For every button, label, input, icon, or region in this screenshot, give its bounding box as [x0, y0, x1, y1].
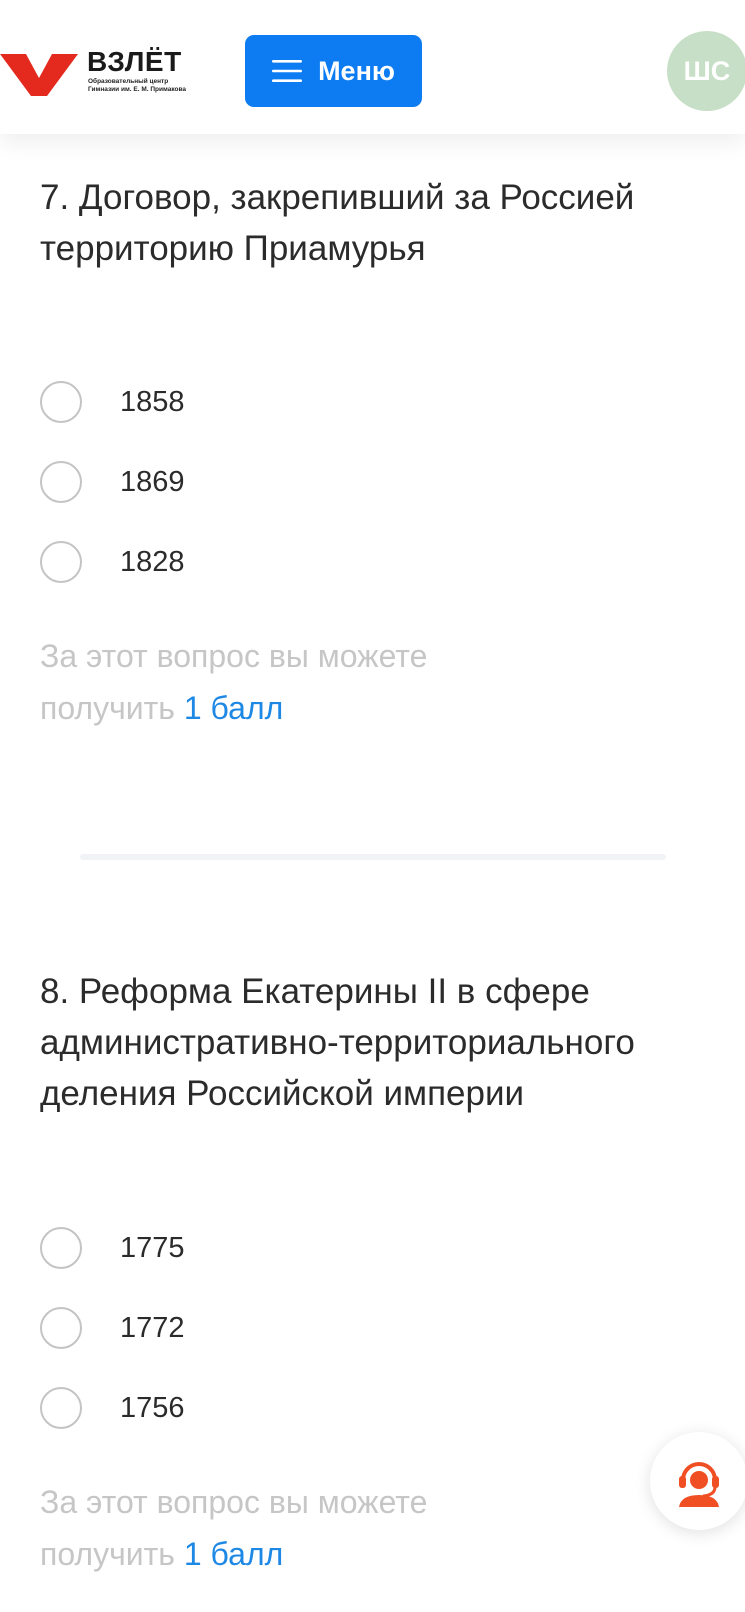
radio-button[interactable]	[40, 461, 82, 503]
support-chat-button[interactable]	[650, 1432, 745, 1530]
points-value: 1 балл	[183, 1536, 284, 1572]
radio-button[interactable]	[40, 1307, 82, 1349]
question-points-note: За этот вопрос вы можете получить 1 балл	[40, 630, 540, 734]
logo-subtitle-line1: Образовательный центр	[88, 78, 169, 85]
hamburger-icon	[272, 60, 303, 82]
answer-option[interactable]: 1828	[40, 540, 340, 584]
radio-button[interactable]	[40, 381, 82, 423]
answer-option[interactable]: 1869	[40, 460, 340, 504]
points-value: 1 балл	[183, 690, 284, 726]
app-header: ВЗЛЁТ Образовательный центр Гимназии им.…	[0, 0, 745, 134]
answer-option-label: 1869	[120, 465, 185, 498]
menu-button[interactable]: Меню	[245, 35, 422, 107]
answer-option-label: 1775	[120, 1231, 185, 1264]
answer-option[interactable]: 1772	[40, 1306, 340, 1350]
answer-option[interactable]: 1756	[40, 1386, 340, 1430]
vzlet-logo[interactable]: ВЗЛЁТ Образовательный центр Гимназии им.…	[0, 42, 200, 98]
menu-button-label: Меню	[318, 55, 395, 86]
logo-subtitle-line2: Гимназии им. Е. М. Примакова	[88, 86, 187, 93]
radio-button[interactable]	[40, 1227, 82, 1269]
logo-title: ВЗЛЁТ	[87, 46, 182, 77]
vzlet-logo-mark-icon	[0, 54, 78, 96]
answer-option-label: 1756	[120, 1391, 185, 1424]
question-divider	[80, 854, 666, 860]
question-8: 8. Реформа Екатерины II в сфере админист…	[40, 966, 720, 1572]
question-title: 7. Договор, закрепивший за Россией терри…	[40, 178, 635, 268]
radio-button[interactable]	[40, 1387, 82, 1429]
answer-option-label: 1858	[120, 385, 185, 418]
question-points-note: За этот вопрос вы можете получить 1 балл	[40, 1476, 540, 1580]
question-7: 7. Договор, закрепивший за Россией терри…	[40, 172, 720, 726]
answer-option[interactable]: 1858	[40, 380, 340, 424]
radio-button[interactable]	[40, 541, 82, 583]
logo-subtitle: Образовательный центр Гимназии им. Е. М.…	[88, 78, 208, 94]
support-operator-icon	[679, 1462, 719, 1507]
answer-option-label: 1828	[120, 545, 185, 578]
answer-option[interactable]: 1775	[40, 1226, 340, 1270]
user-avatar[interactable]: ШС	[667, 31, 745, 111]
question-title: 8. Реформа Екатерины II в сфере админист…	[40, 972, 635, 1113]
answer-option-label: 1772	[120, 1311, 185, 1344]
